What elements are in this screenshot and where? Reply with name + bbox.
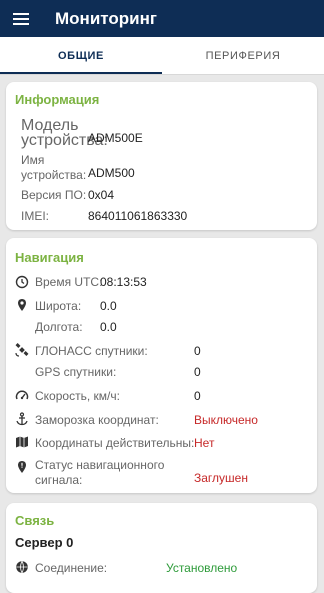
connection-title: Связь xyxy=(15,513,55,528)
connection-value: Установлено xyxy=(166,561,238,575)
speedometer-icon xyxy=(15,389,29,403)
freeze-value: Выключено xyxy=(194,413,258,427)
name-label: Имя устройства: xyxy=(21,153,87,182)
imei-label: IMEI: xyxy=(21,209,50,223)
utc-value: 08:13:53 xyxy=(100,275,147,289)
model-value: ADM500E xyxy=(88,131,143,145)
tab-peripherals[interactable]: ПЕРИФЕРИЯ xyxy=(162,37,324,74)
firmware-value: 0x04 xyxy=(88,188,115,202)
tab-general[interactable]: ОБЩИЕ xyxy=(0,37,162,74)
latitude-value: 0.0 xyxy=(100,299,117,313)
clock-icon xyxy=(15,275,29,289)
anchor-icon xyxy=(15,412,29,426)
connection-label: Соединение: xyxy=(35,561,108,575)
valid-coords-value: Нет xyxy=(194,436,215,450)
info-card: Информация Модель устройства: ADM500E Им… xyxy=(6,82,317,230)
latitude-label: Широта: xyxy=(35,299,82,313)
firmware-label: Версия ПО: xyxy=(21,188,87,202)
glonass-value: 0 xyxy=(194,344,201,358)
name-value: ADM500 xyxy=(88,166,135,180)
navigation-card: Навигация Время UTC: 08:13:53 Широта: 0.… xyxy=(6,238,317,493)
server-label: Сервер 0 xyxy=(15,535,74,550)
utc-label: Время UTC: xyxy=(35,275,103,289)
info-title: Информация xyxy=(15,92,100,107)
imei-value: 864011061863330 xyxy=(88,209,188,223)
valid-coords-label: Координаты действительны: xyxy=(35,436,195,450)
signal-status-label: Статус навигационного сигнала: xyxy=(35,458,165,487)
speed-value: 0 xyxy=(194,389,201,403)
menu-icon[interactable] xyxy=(13,12,29,25)
globe-icon xyxy=(15,560,29,574)
map-icon xyxy=(15,435,29,449)
navigation-title: Навигация xyxy=(15,250,84,265)
speed-label: Скорость, км/ч: xyxy=(35,389,120,403)
app-title: Мониторинг xyxy=(55,8,157,28)
model-label: Модель устройства: xyxy=(21,117,108,149)
app-bar: Мониторинг xyxy=(0,0,324,37)
satellite-icon xyxy=(15,343,29,357)
gps-label: GPS спутники: xyxy=(35,365,117,379)
longitude-value: 0.0 xyxy=(100,320,117,334)
signal-status-value: Заглушен xyxy=(194,471,248,485)
tab-bar: ОБЩИЕ ПЕРИФЕРИЯ xyxy=(0,37,324,75)
location-pin-icon xyxy=(15,298,29,312)
freeze-label: Заморозка координат: xyxy=(35,413,159,427)
connection-card: Связь Сервер 0 Соединение: Установлено xyxy=(6,503,317,593)
longitude-label: Долгота: xyxy=(35,320,83,334)
gps-value: 0 xyxy=(194,365,201,379)
alert-pin-icon xyxy=(15,460,29,474)
glonass-label: ГЛОНАСС спутники: xyxy=(35,344,148,358)
